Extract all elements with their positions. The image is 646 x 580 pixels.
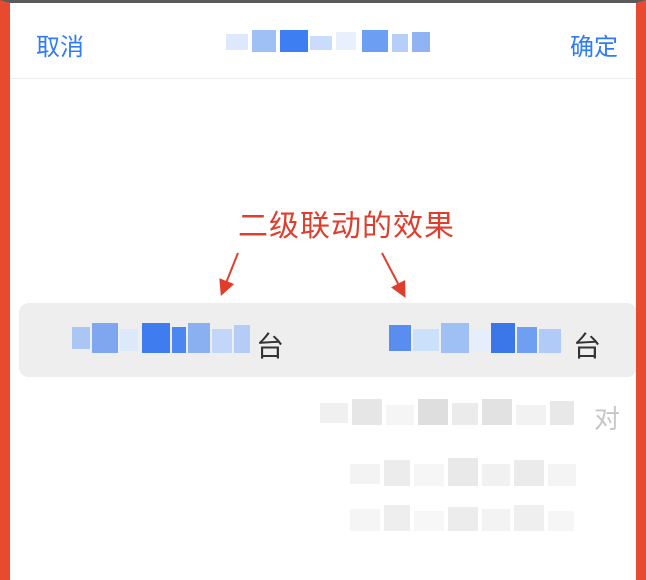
arrow-right [381,252,406,298]
mosaic-tile [413,329,439,351]
next-option-suffix: 对 [593,405,620,435]
picker-column-right[interactable]: 台 [389,321,609,363]
mosaic-tile [92,323,118,353]
mosaic-tile [389,325,411,351]
mosaic-tile [384,460,410,486]
mosaic-tile [471,329,489,351]
mosaic-tile [548,464,576,486]
picker-selection-row: 台 台 [19,303,636,377]
mosaic-tile [414,511,444,531]
mosaic-tile [320,403,348,423]
mosaic-tile [482,399,512,425]
picker-option-next-2[interactable] [350,458,580,486]
mosaic-tile [448,507,478,531]
mosaic-tile [234,325,250,353]
mosaic-tile [352,399,382,425]
mosaic-tile [212,329,232,353]
picker-sheet: 取消 确定 二级联动的效果 台 台 对 [0,0,646,580]
picker-option-next-3[interactable] [350,505,580,533]
mosaic-tile [418,399,448,425]
mosaic-tile [386,405,414,425]
mosaic-tile [550,401,574,425]
mosaic-tile [172,327,186,353]
left-column-suffix: 台 [255,330,284,363]
mosaic-tile [414,464,444,486]
mosaic-tile [514,505,544,531]
mosaic-tile [384,505,410,531]
mosaic-tile [539,329,561,353]
mosaic-tile [482,464,510,486]
mosaic-tile [514,460,544,486]
mosaic-tile [441,323,469,353]
mosaic-tile [142,323,170,353]
right-column-suffix: 台 [572,330,601,363]
mosaic-tile [350,509,380,531]
mosaic-tile [350,464,380,484]
mosaic-tile [516,405,546,425]
mosaic-tile [491,323,515,353]
mosaic-tile [452,403,478,425]
picker-column-left[interactable]: 台 [72,321,292,363]
mosaic-tile [448,458,478,486]
picker-option-next[interactable]: 对 [320,399,620,435]
mosaic-tile [548,511,574,531]
mosaic-tile [72,327,90,349]
arrow-left [219,252,239,296]
mosaic-tile [120,329,138,351]
mosaic-tile [482,509,510,531]
mosaic-tile [517,327,537,353]
mosaic-tile [188,323,210,353]
annotation-arrows [219,252,406,298]
